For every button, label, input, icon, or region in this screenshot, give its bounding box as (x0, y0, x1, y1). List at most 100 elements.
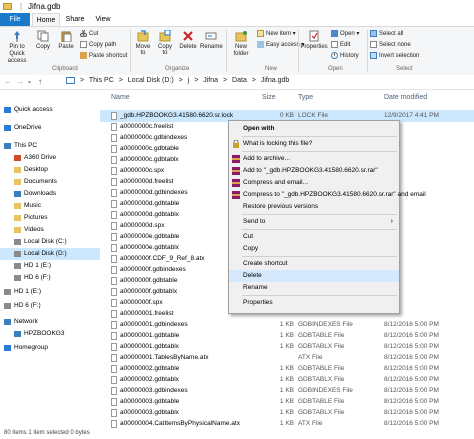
nav-item-label: Local Disk (C:) (24, 238, 67, 245)
new-folder-button[interactable]: New folder (229, 30, 253, 58)
new-folder-label: New folder (233, 44, 249, 57)
tab-share[interactable]: Share (62, 13, 88, 26)
paste-button[interactable]: Paste (55, 30, 77, 50)
open-button[interactable]: Open ▾ (331, 30, 359, 37)
ribbon-divider (226, 30, 227, 72)
nav-item[interactable]: A360 Drive (0, 152, 100, 164)
file-icon (111, 112, 117, 120)
nav-item[interactable]: HD 6 (F:) (0, 300, 100, 312)
context-menu-item[interactable]: Send to › (229, 216, 399, 228)
tab-view[interactable]: View (90, 13, 116, 26)
nav-item[interactable]: Quick access (0, 104, 100, 116)
cut-button[interactable]: Cut (80, 29, 98, 37)
nav-item-label: Homegroup (14, 344, 48, 351)
context-menu-item[interactable]: Compress to "_gdb.HPZBOOKG3.41580.6620.s… (229, 189, 426, 201)
breadcrumb-local-disk-d[interactable]: Local Disk (D:) (128, 77, 174, 84)
context-menu-item[interactable]: Create shortcut (229, 258, 399, 270)
properties-label: Properties (300, 44, 328, 50)
file-row[interactable]: a00000004.CatItemsByPhysicalName.atx 1 KB… (100, 418, 474, 430)
select-all-button[interactable]: Select all (370, 30, 403, 37)
select-none-button[interactable]: Select none (370, 41, 411, 48)
tab-file[interactable]: File (0, 13, 30, 26)
nav-item[interactable]: Documents (0, 176, 100, 188)
new-item-button[interactable]: New item ▾ (257, 30, 296, 37)
copy-path-label: Copy path (89, 42, 117, 49)
breadcrumb-jifna[interactable]: Jifna (203, 77, 218, 84)
menu-separator (242, 295, 397, 296)
column-header-name[interactable]: Name (111, 94, 130, 101)
context-menu-item[interactable]: Add to archive... (229, 153, 399, 165)
delete-button[interactable]: Delete (178, 30, 198, 50)
pin-quick-access-button[interactable]: Pin to Quick access (2, 30, 32, 65)
context-menu-item[interactable]: Delete (229, 270, 399, 282)
nav-item[interactable]: HD 1 (E:) (0, 286, 100, 298)
up-arrow-icon[interactable]: ↑ (38, 77, 42, 86)
rename-label: Rename (200, 44, 223, 50)
nav-item[interactable]: Network (0, 316, 100, 328)
paste-label: Paste (58, 44, 74, 50)
copy-to-button[interactable]: Copy to (155, 29, 175, 56)
nav-item[interactable]: Desktop (0, 164, 100, 176)
breadcrumb-data[interactable]: Data (232, 77, 247, 84)
context-menu-item[interactable]: Properties (229, 297, 399, 309)
copy-path-button[interactable]: Copy path (80, 41, 116, 48)
move-to-icon (137, 30, 149, 42)
nav-item[interactable]: Music (0, 200, 100, 212)
back-arrow-icon[interactable]: ← (4, 77, 12, 86)
breadcrumb-jifna-gdb[interactable]: Jifna.gdb (261, 77, 289, 84)
breadcrumb[interactable]: > This PC > Local Disk (D:) > j > Jifna … (66, 77, 474, 87)
column-header-size[interactable]: Size (262, 94, 276, 101)
file-icon (111, 244, 117, 252)
context-menu-item[interactable]: Cut (229, 231, 399, 243)
archive-icon (232, 179, 240, 187)
column-header-date[interactable]: Date modified (384, 94, 427, 101)
edit-button[interactable]: Edit (331, 41, 350, 48)
file-icon (111, 398, 117, 406)
forward-arrow-icon[interactable]: → (16, 77, 24, 86)
history-label: History (340, 53, 359, 60)
breadcrumb-j[interactable]: j (188, 77, 190, 84)
nav-item[interactable]: HPZBOOKG3 (0, 328, 100, 340)
nav-item[interactable]: Videos (0, 224, 100, 236)
select-none-icon (370, 41, 377, 48)
context-menu-item[interactable]: Open with (229, 123, 399, 135)
tab-home[interactable]: Home (32, 13, 60, 26)
context-menu-item[interactable]: Copy (229, 243, 399, 255)
menu-separator (242, 136, 397, 137)
properties-button[interactable]: Properties (300, 30, 328, 50)
nav-item[interactable]: Pictures (0, 212, 100, 224)
rename-button[interactable]: Rename (200, 30, 223, 50)
copy-path-icon (80, 41, 87, 48)
nav-item-label: Local Disk (D:) (24, 250, 67, 257)
context-menu-item[interactable]: Add to "_gdb.HPZBOOKG3.41580.6620.sr.rar… (229, 165, 399, 177)
breadcrumb-this-pc[interactable]: This PC (89, 77, 114, 84)
move-to-button[interactable]: Move to (133, 30, 153, 56)
nav-item[interactable]: HD 6 (F:) (0, 272, 100, 284)
context-menu-item[interactable]: What is locking this file? (229, 138, 399, 150)
context-menu-item[interactable]: Restore previous versions (229, 201, 399, 213)
nav-item[interactable]: Local Disk (D:) (0, 248, 100, 260)
nav-item[interactable]: Local Disk (C:) (0, 236, 100, 248)
column-header-type[interactable]: Type (298, 94, 313, 101)
nav-item[interactable]: Homegroup (0, 342, 100, 354)
context-menu-item[interactable]: Rename (229, 282, 399, 294)
breadcrumb-separator: > (223, 77, 228, 85)
delete-icon (182, 30, 194, 42)
history-button[interactable]: History (331, 52, 359, 59)
open-icon (331, 30, 338, 37)
nav-item[interactable]: This PC (0, 140, 100, 152)
copy-to-icon (159, 29, 171, 42)
file-icon (111, 310, 117, 318)
invert-selection-button[interactable]: Invert selection (370, 52, 419, 59)
breadcrumb-separator: > (251, 77, 256, 85)
nav-item[interactable]: Downloads (0, 188, 100, 200)
nav-item[interactable]: OneDrive (0, 122, 100, 134)
nav-item[interactable]: HD 1 (E:) (0, 260, 100, 272)
file-icon (111, 200, 117, 208)
copy-button[interactable]: Copy (33, 30, 53, 50)
invert-selection-icon (370, 52, 377, 59)
context-menu-item[interactable]: Compress and email... (229, 177, 399, 189)
paste-shortcut-button[interactable]: Paste shortcut (80, 52, 127, 59)
file-icon (111, 376, 117, 384)
recent-locations-icon[interactable]: ▾ (28, 79, 31, 86)
